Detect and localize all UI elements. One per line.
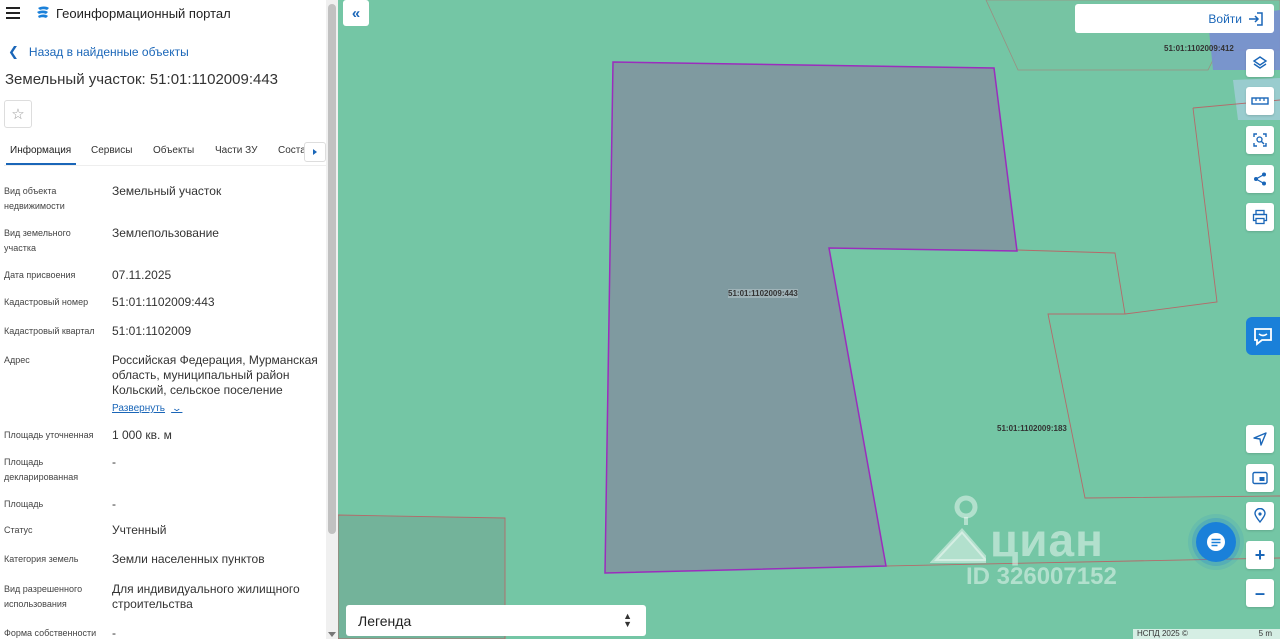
panel-scrollbar[interactable] — [326, 0, 338, 639]
navigate-icon — [1253, 432, 1267, 446]
property-value: Земли населенных пунктов — [112, 552, 265, 566]
chevron-down-icon: ⌄ — [171, 403, 183, 413]
collapse-panel-button[interactable]: « — [343, 0, 369, 26]
property-label: Вид земельного участка — [4, 228, 71, 253]
locate-button[interactable] — [1246, 502, 1274, 530]
selected-parcel-443[interactable] — [604, 61, 1018, 574]
property-label: Категория земель — [4, 554, 79, 564]
tab-parts[interactable]: Части ЗУ — [215, 145, 257, 156]
tab-objects[interactable]: Объекты — [153, 145, 194, 156]
chevron-right-icon — [313, 149, 317, 155]
zoom-out-button[interactable]: – — [1246, 579, 1274, 607]
layers-icon — [1252, 56, 1268, 69]
page-title: Земельный участок: 51:01:1102009:443 — [5, 71, 279, 88]
area-select-button[interactable] — [1246, 126, 1274, 154]
expand-link-label: Развернуть — [112, 403, 166, 414]
chat-bubble-icon — [1254, 328, 1272, 346]
info-panel: Геоинформационный портал ❮ Назад в найде… — [0, 0, 338, 639]
tab-composition[interactable]: Соста — [278, 145, 306, 156]
property-label: Кадастровый квартал — [4, 326, 95, 336]
parcel-label-443: 51:01:1102009:443 — [728, 289, 798, 298]
property-label: Форма собственности — [4, 628, 97, 638]
parcel-label-412: 51:01:1102009:412 — [1164, 44, 1234, 53]
chevron-left-icon: ❮ — [8, 44, 19, 59]
property-label: Статус — [4, 525, 33, 535]
tab-info[interactable]: Информация — [10, 145, 71, 156]
back-link-label: Назад в найденные объекты — [28, 45, 189, 59]
property-value: 51:01:1102009:443 — [112, 295, 215, 309]
minimap-button[interactable] — [1246, 464, 1274, 492]
property-value: 1 000 кв. м — [112, 428, 172, 442]
property-value: Землепользование — [112, 226, 219, 240]
share-icon — [1254, 172, 1266, 186]
minimap-icon — [1252, 471, 1268, 485]
property-value: Учтенный — [112, 523, 167, 537]
property-label: Кадастровый номер — [4, 297, 89, 307]
tab-bar: Информация Сервисы Объекты Части ЗУ Сост… — [4, 138, 326, 166]
zoom-out-icon: – — [1254, 582, 1265, 603]
map-attribution: НСПД 2025 © 5 m — [1133, 629, 1280, 639]
property-label: Вид объекта недвижимости — [4, 186, 65, 211]
property-value: 07.11.2025 — [112, 268, 172, 282]
legend-label: Легенда — [358, 612, 412, 629]
star-icon: ☆ — [11, 106, 25, 123]
locate-icon — [1254, 508, 1266, 524]
property-label: Площадь уточненная — [4, 430, 94, 440]
property-label: Вид разрешенного использования — [4, 584, 83, 609]
property-value: Российская Федерация, Мурманская область… — [112, 353, 318, 397]
print-button[interactable] — [1246, 203, 1274, 231]
address-value: Российская Федерация, Мурманская область… — [112, 353, 322, 416]
print-icon — [1252, 209, 1268, 225]
property-value: Для индивидуального жилищного строительс… — [112, 582, 300, 611]
expand-address-link[interactable]: Развернуть ⌄ — [112, 401, 183, 416]
property-label: Дата присвоения — [4, 270, 76, 280]
back-link[interactable]: ❮ Назад в найденные объекты — [8, 44, 189, 60]
tabs-scroll-right-button[interactable] — [304, 142, 326, 162]
favorite-button[interactable]: ☆ — [4, 100, 32, 128]
app-header: Геоинформационный портал — [0, 0, 326, 28]
property-value: - — [112, 497, 116, 511]
updown-chevron-icon: ▲ ▼ — [623, 611, 632, 629]
support-chat-tab[interactable] — [1246, 317, 1280, 355]
scale-bar-label: 5 m — [1258, 629, 1272, 638]
scrollbar-thumb[interactable] — [328, 4, 336, 534]
login-button[interactable]: Войти — [1075, 4, 1274, 33]
property-value: Земельный участок — [112, 184, 222, 198]
chat-icon — [1207, 533, 1225, 551]
share-button[interactable] — [1246, 165, 1274, 193]
active-tab-indicator — [6, 163, 76, 165]
parcel-label-183: 51:01:1102009:183 — [997, 424, 1067, 433]
select-area-icon — [1253, 133, 1267, 147]
layers-button[interactable] — [1246, 49, 1274, 77]
zoom-in-button[interactable]: + — [1246, 541, 1274, 569]
ruler-icon — [1251, 97, 1269, 105]
map-canvas[interactable]: 51:01:1102009:443 51:01:1102009:412 51:0… — [338, 0, 1280, 639]
parcel-183-boundary — [1016, 249, 1280, 499]
login-label: Войти — [1208, 11, 1242, 26]
property-value: 51:01:1102009 — [112, 324, 192, 338]
tab-services[interactable]: Сервисы — [91, 145, 132, 156]
property-label: Адрес — [4, 355, 30, 365]
attribution-text: НСПД 2025 © — [1137, 629, 1188, 638]
zoom-in-icon: + — [1254, 544, 1266, 565]
scroll-down-arrow-icon[interactable] — [328, 632, 336, 637]
app-title: Геоинформационный портал — [56, 6, 231, 21]
portal-logo-icon — [37, 6, 49, 18]
parcel-layer — [338, 0, 1280, 639]
property-value: - — [112, 626, 116, 639]
parcel-boundary — [1124, 107, 1218, 315]
property-label: Площадь — [4, 499, 44, 509]
menu-icon[interactable] — [6, 7, 20, 19]
measure-button[interactable] — [1246, 87, 1274, 115]
legend-dropdown[interactable]: Легенда ▲ ▼ — [346, 605, 646, 636]
navigate-button[interactable] — [1246, 425, 1274, 453]
property-value: - — [112, 455, 116, 469]
chat-fab-button[interactable] — [1196, 522, 1236, 562]
double-chevron-left-icon: « — [351, 4, 361, 22]
login-icon — [1249, 11, 1263, 26]
property-label: Площадь декларированная — [4, 457, 79, 482]
